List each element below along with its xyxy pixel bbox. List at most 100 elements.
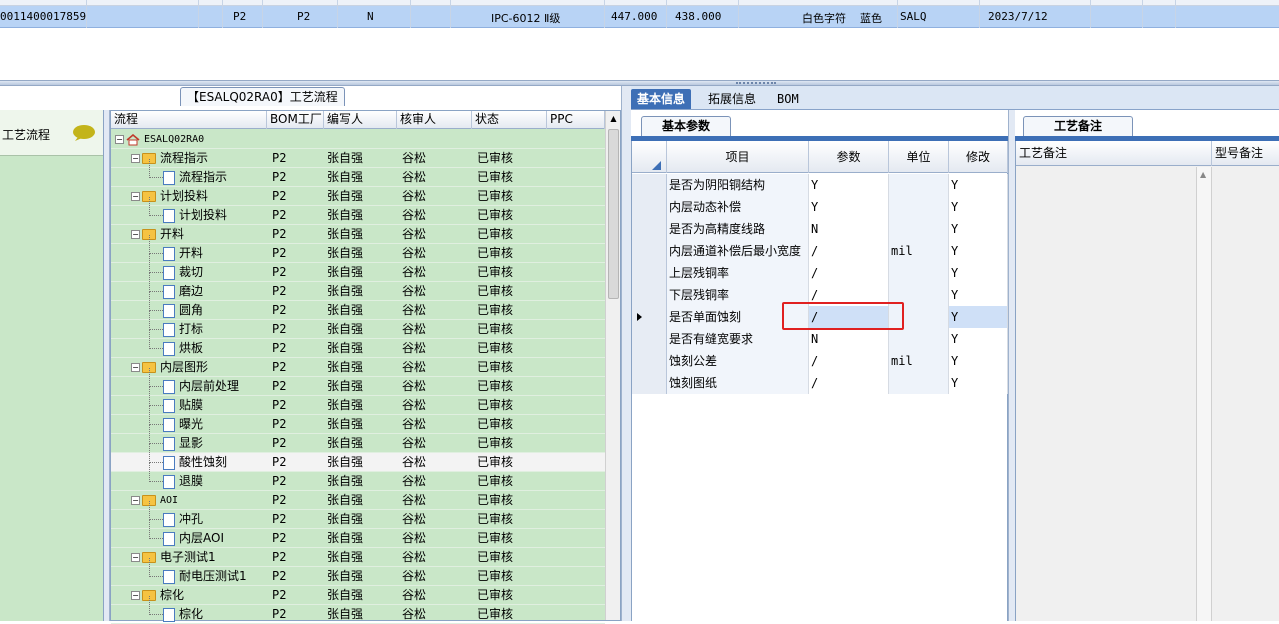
param-value[interactable]: Y [809,196,889,218]
col-author[interactable]: 编写人 [324,111,397,129]
tree-row[interactable]: 计划投料 P2 张自强 谷松 已审核 [111,197,605,225]
tree-row[interactable]: 退膜 P2 张自强 谷松 已审核 [111,463,605,491]
param-value[interactable]: N [809,328,889,350]
tree-cell-reviewer: 谷松 [402,284,427,298]
remarks-scrollbar[interactable]: ▲ [1196,167,1212,621]
scroll-up-arrow-icon[interactable]: ▲ [608,114,619,124]
col-process-remark[interactable]: 工艺备注 [1016,141,1212,166]
document-icon [163,436,175,451]
collapse-icon[interactable]: − [131,363,140,372]
tree-row[interactable]: − 内层图形 P2 张自强 谷松 已审核 [111,358,605,377]
col-bom-factory[interactable]: BOM工厂 [267,111,324,129]
param-row[interactable]: 是否有缝宽要求 N Y [632,328,1008,350]
tree-cell-reviewer: 谷松 [402,436,427,450]
col-flow[interactable]: 流程 [111,111,267,129]
tree-row[interactable]: 流程指示 P2 张自强 谷松 已审核 [111,159,605,187]
document-icon [163,265,175,280]
param-row[interactable]: 内层动态补偿 Y Y [632,196,1008,218]
tree-connector [149,292,163,311]
tree-row[interactable]: 酸性蚀刻 P2 张自强 谷松 已审核 [111,444,605,472]
tab-bom[interactable]: BOM [771,89,805,109]
tree-node-label: 棕化 [160,588,185,602]
col-reviewer[interactable]: 核审人 [397,111,472,129]
right-splitter[interactable] [1008,110,1015,621]
tree-row[interactable]: 内层前处理 P2 张自强 谷松 已审核 [111,368,605,396]
col-unit[interactable]: 单位 [889,141,949,173]
param-value[interactable]: / [809,372,889,394]
middle-splitter[interactable] [621,86,631,621]
param-row[interactable]: 蚀刻公差 / mil Y [632,350,1008,372]
param-row[interactable]: 蚀刻图纸 / Y [632,372,1008,394]
tree-row[interactable]: 圆角 P2 张自强 谷松 已审核 [111,292,605,320]
param-value[interactable]: Y [809,174,889,196]
param-value[interactable]: N [809,218,889,240]
param-value[interactable]: / [809,350,889,372]
param-row[interactable]: 上层残铜率 / Y [632,262,1008,284]
tree-row[interactable]: 裁切 P2 张自强 谷松 已审核 [111,254,605,282]
tree-cell-status: 已审核 [477,208,514,222]
param-modify: Y [949,350,1008,372]
tree-row[interactable]: 棕化 P2 张自强 谷松 已审核 [111,596,605,624]
document-icon [163,455,175,470]
tree-row[interactable]: 开料 P2 张自强 谷松 已审核 [111,235,605,263]
tree-node-label: 内层AOI [179,531,224,545]
col-model-remark[interactable]: 型号备注 [1212,141,1279,166]
tree-connector [149,197,163,216]
col-item[interactable]: 项目 [667,141,809,173]
scroll-up-arrow-icon[interactable]: ▲ [1200,170,1206,179]
param-value[interactable]: / [809,262,889,284]
tree-cell-reviewer: 谷松 [402,303,427,317]
tab-basic-info[interactable]: 基本信息 [631,89,692,109]
collapse-icon[interactable]: − [131,496,140,505]
collapse-icon[interactable]: − [115,135,124,144]
tree-row[interactable]: − AOI P2 张自强 谷松 已审核 [111,491,605,510]
tree-row[interactable]: 贴膜 P2 张自强 谷松 已审核 [111,387,605,415]
tree-row[interactable]: − 电子测试1 P2 张自强 谷松 已审核 [111,548,605,567]
top-grid-selected-row[interactable]: 0011400017859 P2 P2 N IPC-6012 Ⅱ级 447.00… [0,6,1279,28]
param-row[interactable]: 内层通道补偿后最小宽度 / mil Y [632,240,1008,262]
tree-scroll-thumb[interactable] [608,129,619,299]
tree-cell-status: 已审核 [477,265,514,279]
tree-row[interactable]: − 流程指示 P2 张自强 谷松 已审核 [111,149,605,168]
tree-node-label: 计划投料 [160,189,209,203]
tab-process-remarks[interactable]: 工艺备注 [1023,116,1133,136]
tab-extended-info[interactable]: 拓展信息 [702,89,762,109]
param-row[interactable]: 是否为阴阳铜结构 Y Y [632,174,1008,196]
tree-row[interactable]: 磨边 P2 张自强 谷松 已审核 [111,273,605,301]
collapse-icon[interactable]: − [131,230,140,239]
param-value[interactable]: / [809,240,889,262]
param-row[interactable]: 是否为高精度线路 N Y [632,218,1008,240]
tree-grid-header: 流程 BOM工厂 编写人 核审人 状态 PPC [111,111,620,129]
tree-row[interactable]: − 计划投料 P2 张自强 谷松 已审核 [111,187,605,206]
col-modify[interactable]: 修改 [949,141,1008,173]
tree-row[interactable]: − ESALQ02RA0 [111,130,605,149]
tree-row[interactable]: 显影 P2 张自强 谷松 已审核 [111,425,605,453]
col-param[interactable]: 参数 [809,141,889,173]
comment-icon[interactable] [72,124,96,142]
tree-row[interactable]: − 棕化 P2 张自强 谷松 已审核 [111,586,605,605]
top-cell-silk-color: 白色字符 [802,12,846,25]
process-flow-tab[interactable]: 【ESALQ02RA0】工艺流程 [180,87,345,106]
collapse-icon[interactable]: − [131,553,140,562]
tree-scrollbar[interactable]: ▲ [605,111,620,620]
collapse-icon[interactable]: − [131,192,140,201]
left-panel-title: 工艺流程 [2,128,51,142]
tree-row[interactable]: 曝光 P2 张自强 谷松 已审核 [111,406,605,434]
row-indicator [632,218,667,240]
tree-cell-author: 张自强 [327,607,364,621]
tree-cell-reviewer: 谷松 [402,208,427,222]
tree-row[interactable]: − 开料 P2 张自强 谷松 已审核 [111,225,605,244]
col-status[interactable]: 状态 [472,111,547,129]
param-modify: Y [949,240,1008,262]
col-ppc[interactable]: PPC [547,111,605,129]
params-corner[interactable] [632,141,667,173]
tree-row[interactable]: 烘板 P2 张自强 谷松 已审核 [111,330,605,358]
drag-handle-icon[interactable] [736,82,776,86]
tab-basic-params[interactable]: 基本参数 [641,116,731,136]
tree-row[interactable]: 打标 P2 张自强 谷松 已审核 [111,311,605,339]
tree-row[interactable]: 耐电压测试1 P2 张自强 谷松 已审核 [111,558,605,586]
tree-row[interactable]: 内层AOI P2 张自强 谷松 已审核 [111,520,605,548]
collapse-icon[interactable]: − [131,154,140,163]
collapse-icon[interactable]: − [131,591,140,600]
tree-row[interactable]: 冲孔 P2 张自强 谷松 已审核 [111,501,605,529]
